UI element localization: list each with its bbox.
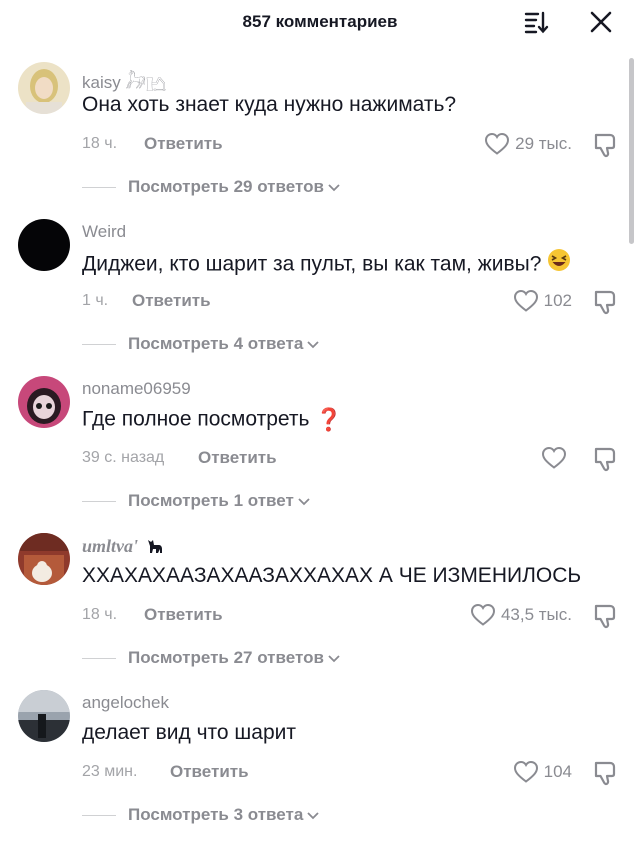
view-replies-label: Посмотреть 1 ответ [128, 491, 294, 510]
comment-item: umltva' ХХАХАХААЗАХААЗАХХАХАХ А ЧЕ ИЗМЕН… [0, 533, 630, 690]
thumbs-down-icon[interactable] [592, 445, 620, 473]
avatar[interactable] [18, 533, 70, 585]
red-question-mark-icon: ❓ [315, 407, 343, 432]
chevron-down-icon [307, 341, 319, 349]
comment-time: 1 ч. [82, 292, 109, 309]
chevron-down-icon [328, 655, 340, 663]
comment-username[interactable]: angelochek [82, 693, 169, 713]
view-replies-label: Посмотреть 27 ответов [128, 648, 324, 667]
comment-text: Где полное посмотреть ❓ [82, 407, 343, 432]
view-replies-label: Посмотреть 3 ответа [128, 805, 304, 824]
comment-item: kaisy 𓃗𓂛 Она хоть знает куда нужно нажим… [0, 62, 630, 219]
heart-icon [470, 603, 495, 626]
thumbs-down-icon[interactable] [592, 131, 620, 159]
avatar[interactable] [18, 62, 70, 114]
like-button[interactable]: 43,5 тыс. [470, 602, 572, 628]
heart-icon [541, 446, 567, 469]
comment-time: 18 ч. [82, 606, 118, 623]
replies-divider [82, 814, 116, 816]
comment-time: 23 мин. [82, 763, 138, 780]
laughing-emoji-icon [547, 248, 571, 278]
heart-icon [513, 760, 538, 783]
view-replies-button[interactable]: Посмотреть 3 ответа [82, 804, 320, 826]
comment-username[interactable]: kaisy 𓃗𓂛 [82, 65, 166, 94]
reply-button[interactable]: Ответить [132, 291, 211, 311]
thumbs-down-icon[interactable] [592, 288, 620, 316]
comment-item: noname06959 Где полное посмотреть ❓ 39 с.… [0, 376, 630, 533]
comment-username[interactable]: Weird [82, 222, 126, 242]
chevron-down-icon [298, 498, 310, 506]
replies-divider [82, 343, 116, 345]
heart-icon [513, 289, 538, 312]
reply-button[interactable]: Ответить [198, 448, 277, 468]
black-cat-icon [147, 540, 162, 553]
comment-item: angelochek делает вид что шарит 23 мин. … [0, 690, 630, 847]
comment-text: ХХАХАХААЗАХААЗАХХАХАХ А ЧЕ ИЗМЕНИЛОСЬ [82, 564, 582, 587]
comment-text: Она хоть знает куда нужно нажимать? [82, 93, 457, 116]
like-count: 104 [543, 762, 572, 781]
avatar[interactable] [18, 219, 70, 271]
comment-text: делает вид что шарит [82, 721, 296, 744]
comment-time: 18 ч. [82, 135, 118, 152]
reply-button[interactable]: Ответить [170, 762, 249, 782]
avatar[interactable] [18, 690, 70, 742]
comment-time: 39 с. назад [82, 449, 165, 466]
comment-text: Диджеи, кто шарит за пульт, вы как там, … [82, 248, 571, 280]
heart-icon [485, 132, 510, 155]
view-replies-label: Посмотреть 29 ответов [128, 177, 324, 196]
thumbs-down-icon[interactable] [592, 759, 620, 787]
view-replies-button[interactable]: Посмотреть 1 ответ [82, 490, 311, 512]
view-replies-button[interactable]: Посмотреть 4 ответа [82, 333, 320, 355]
like-button[interactable]: 104 [513, 759, 572, 785]
like-count: 43,5 тыс. [500, 605, 572, 624]
comment-username[interactable]: noname06959 [82, 379, 191, 399]
view-replies-label: Посмотреть 4 ответа [128, 334, 304, 353]
chevron-down-icon [328, 184, 340, 192]
view-replies-button[interactable]: Посмотреть 29 ответов [82, 176, 341, 198]
like-button[interactable]: 29 тыс. [484, 131, 572, 157]
chevron-down-icon [307, 812, 319, 820]
avatar[interactable] [18, 376, 70, 428]
comment-username[interactable]: umltva' [82, 536, 164, 557]
sort-icon[interactable] [524, 10, 550, 34]
like-button[interactable] [541, 445, 572, 471]
like-count: 102 [543, 291, 572, 310]
close-icon[interactable] [588, 9, 614, 35]
replies-divider [82, 186, 116, 188]
reply-button[interactable]: Ответить [144, 605, 223, 625]
replies-divider [82, 500, 116, 502]
comments-header: 857 комментариев [0, 0, 640, 46]
like-button[interactable]: 102 [513, 288, 572, 314]
reply-button[interactable]: Ответить [144, 134, 223, 154]
view-replies-button[interactable]: Посмотреть 27 ответов [82, 647, 341, 669]
comment-item: Weird Диджеи, кто шарит за пульт, вы как… [0, 219, 630, 376]
like-count: 29 тыс. [515, 134, 572, 153]
thumbs-down-icon[interactable] [592, 602, 620, 630]
replies-divider [82, 657, 116, 659]
